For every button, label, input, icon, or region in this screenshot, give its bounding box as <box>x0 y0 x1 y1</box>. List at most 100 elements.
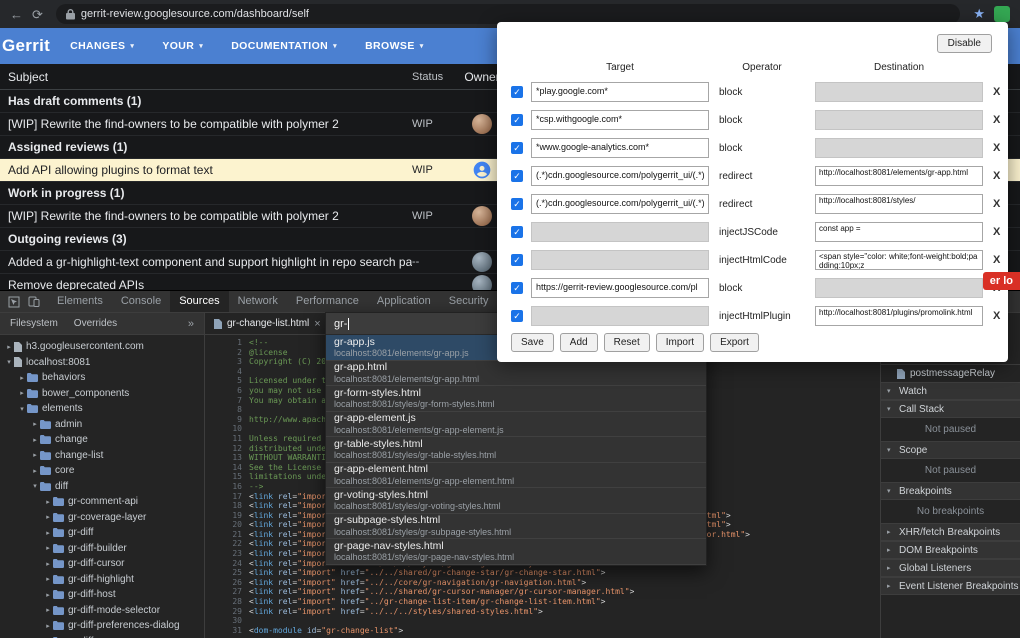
line-number[interactable]: 23 <box>205 549 249 559</box>
tree-item[interactable]: ▸bower_components <box>0 386 204 402</box>
rule-remove-button[interactable]: X <box>993 198 1000 210</box>
rule-remove-button[interactable]: X <box>993 170 1000 182</box>
reload-icon[interactable]: ⟳ <box>32 8 43 21</box>
thread-item[interactable]: postmessageRelay <box>881 365 1020 382</box>
reset-button[interactable]: Reset <box>604 333 650 352</box>
line-number[interactable]: 30 <box>205 616 249 626</box>
address-bar[interactable]: gerrit-review.googlesource.com/dashboard… <box>56 4 960 24</box>
tree-item[interactable]: ▸gr-diff-processor <box>0 634 204 638</box>
device-toolbar-icon[interactable] <box>28 296 40 308</box>
tree-item[interactable]: ▸change-list <box>0 448 204 464</box>
line-number[interactable]: 28 <box>205 597 249 607</box>
tree-item[interactable]: ▾localhost:8081 <box>0 355 204 371</box>
rule-remove-button[interactable]: X <box>993 142 1000 154</box>
rule-remove-button[interactable]: X <box>993 254 1000 266</box>
export-button[interactable]: Export <box>710 333 759 352</box>
rule-target-input[interactable]: https://gerrit-review.googlesource.com/p… <box>531 278 709 298</box>
line-number[interactable]: 14 <box>205 463 249 473</box>
tab-network[interactable]: Network <box>229 291 287 312</box>
rule-operator[interactable]: block <box>717 87 807 98</box>
tree-item[interactable]: ▸change <box>0 432 204 448</box>
tree-item[interactable]: ▸gr-diff-preferences-dialog <box>0 618 204 634</box>
line-number[interactable]: 24 <box>205 559 249 569</box>
line-number[interactable]: 17 <box>205 492 249 502</box>
quick-open-result[interactable]: gr-page-nav-styles.htmllocalhost:8081/st… <box>326 539 706 565</box>
tree-item[interactable]: ▾diff <box>0 479 204 495</box>
quick-open-result[interactable]: gr-app.htmllocalhost:8081/elements/gr-ap… <box>326 361 706 387</box>
tab-security[interactable]: Security <box>440 291 498 312</box>
tree-item[interactable]: ▸behaviors <box>0 370 204 386</box>
tree-item[interactable]: ▸gr-coverage-layer <box>0 510 204 526</box>
section-header-watch[interactable]: ▾Watch <box>881 382 1020 400</box>
line-number[interactable]: 8 <box>205 405 249 415</box>
rule-destination-input[interactable] <box>815 138 983 158</box>
rule-checkbox[interactable]: ✓ <box>511 142 523 154</box>
line-number[interactable]: 4 <box>205 367 249 377</box>
line-number[interactable]: 21 <box>205 530 249 540</box>
rule-target-input[interactable]: *csp.withgoogle.com* <box>531 110 709 130</box>
tree-item[interactable]: ▸gr-diff-host <box>0 587 204 603</box>
rule-destination-input[interactable] <box>815 82 983 102</box>
nav-item-your[interactable]: YOUR▾ <box>162 40 203 52</box>
line-number[interactable]: 11 <box>205 434 249 444</box>
tree-item[interactable]: ▸gr-diff-cursor <box>0 556 204 572</box>
nav-item-changes[interactable]: CHANGES▾ <box>70 40 134 52</box>
rule-remove-button[interactable]: X <box>993 114 1000 126</box>
rule-operator[interactable]: injectHtmlCode <box>717 255 807 266</box>
bookmark-star-icon[interactable]: ★ <box>973 6 985 22</box>
rule-checkbox[interactable]: ✓ <box>511 198 523 210</box>
quick-open-result[interactable]: gr-form-styles.htmllocalhost:8081/styles… <box>326 386 706 412</box>
rule-target-input[interactable]: *www.google-analytics.com* <box>531 138 709 158</box>
rule-operator[interactable]: redirect <box>717 171 807 182</box>
rule-operator[interactable]: redirect <box>717 199 807 210</box>
rule-destination-input[interactable]: <span style="color: white;font-weight:bo… <box>815 250 983 270</box>
tab-sources[interactable]: Sources <box>170 291 228 312</box>
line-number[interactable]: 20 <box>205 520 249 530</box>
line-number[interactable]: 27 <box>205 587 249 597</box>
line-number[interactable]: 26 <box>205 578 249 588</box>
rule-destination-input[interactable] <box>815 278 983 298</box>
line-number[interactable]: 2 <box>205 348 249 358</box>
tab-application[interactable]: Application <box>368 291 440 312</box>
line-number[interactable]: 13 <box>205 453 249 463</box>
editor-tab[interactable]: gr-change-list.html × <box>205 313 331 334</box>
tree-item[interactable]: ▸gr-diff <box>0 525 204 541</box>
nav-item-browse[interactable]: BROWSE▾ <box>365 40 424 52</box>
rule-operator[interactable]: block <box>717 283 807 294</box>
rule-target-input[interactable]: (.*)cdn.googlesource.com/polygerrit_ui/(… <box>531 166 709 186</box>
rule-operator[interactable]: block <box>717 143 807 154</box>
line-number[interactable]: 7 <box>205 396 249 406</box>
line-number[interactable]: 19 <box>205 511 249 521</box>
rule-checkbox[interactable]: ✓ <box>511 254 523 266</box>
rule-target-input[interactable]: (.*)cdn.googlesource.com/polygerrit_ui/(… <box>531 194 709 214</box>
close-icon[interactable]: × <box>314 318 320 330</box>
rule-checkbox[interactable]: ✓ <box>511 310 523 322</box>
section-header-xhr-fetch-breakpoints[interactable]: ▸XHR/fetch Breakpoints <box>881 523 1020 541</box>
add-button[interactable]: Add <box>560 333 598 352</box>
quick-open-result[interactable]: gr-app-element.jslocalhost:8081/elements… <box>326 412 706 438</box>
quick-open-result[interactable]: gr-table-styles.htmllocalhost:8081/style… <box>326 437 706 463</box>
rule-target-input[interactable] <box>531 222 709 242</box>
tab-performance[interactable]: Performance <box>287 291 368 312</box>
tree-item[interactable]: ▸gr-comment-api <box>0 494 204 510</box>
import-button[interactable]: Import <box>656 333 704 352</box>
rule-target-input[interactable] <box>531 306 709 326</box>
section-header-breakpoints[interactable]: ▾Breakpoints <box>881 482 1020 500</box>
section-header-dom-breakpoints[interactable]: ▸DOM Breakpoints <box>881 541 1020 559</box>
line-number[interactable]: 12 <box>205 444 249 454</box>
line-number[interactable]: 29 <box>205 607 249 617</box>
line-number[interactable]: 22 <box>205 539 249 549</box>
navigator-tab-filesystem[interactable]: Filesystem <box>10 318 58 329</box>
rule-checkbox[interactable]: ✓ <box>511 114 523 126</box>
section-header-scope[interactable]: ▾Scope <box>881 441 1020 459</box>
rule-checkbox[interactable]: ✓ <box>511 282 523 294</box>
tab-console[interactable]: Console <box>112 291 170 312</box>
line-number[interactable]: 25 <box>205 568 249 578</box>
tree-item[interactable]: ▸gr-diff-mode-selector <box>0 603 204 619</box>
section-header-call-stack[interactable]: ▾Call Stack <box>881 400 1020 418</box>
save-button[interactable]: Save <box>511 333 554 352</box>
quick-open-result[interactable]: gr-voting-styles.htmllocalhost:8081/styl… <box>326 488 706 514</box>
extension-icon[interactable] <box>994 6 1010 22</box>
line-number[interactable]: 1 <box>205 338 249 348</box>
line-number[interactable]: 18 <box>205 501 249 511</box>
